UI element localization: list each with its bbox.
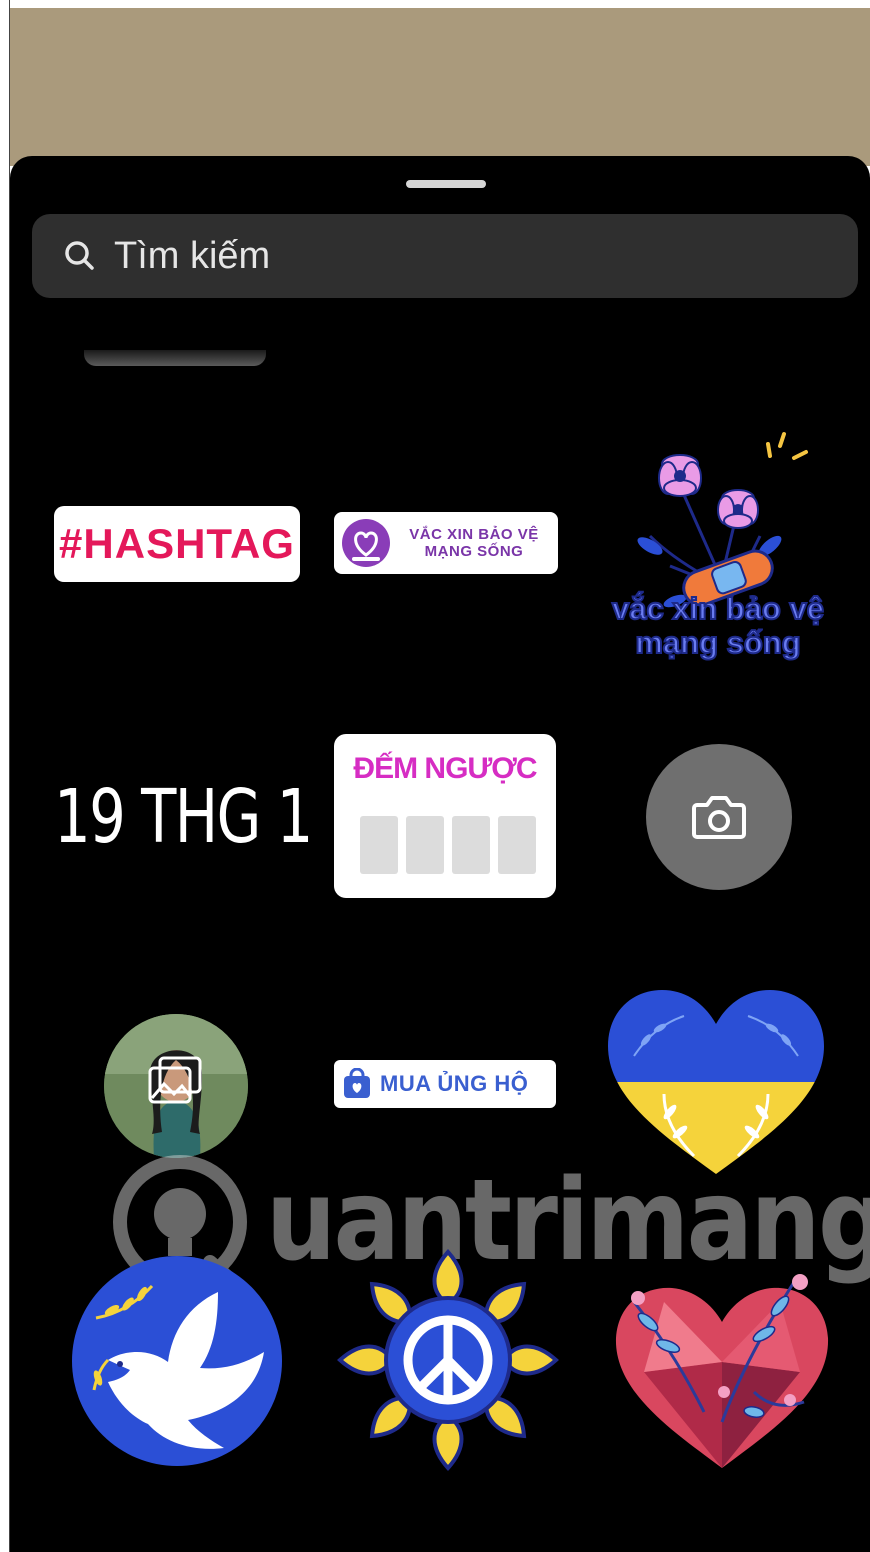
floral-heart-sticker[interactable] <box>604 1242 840 1478</box>
screen: Tìm kiếm #HASHTAG VẮC XIN BẢO VỆ MẠNG SỐ… <box>0 0 870 1552</box>
countdown-cell <box>498 816 536 874</box>
shop-support-label: MUA ỦNG HỘ <box>380 1071 529 1096</box>
sticker-tray: Tìm kiếm #HASHTAG VẮC XIN BẢO VỆ MẠNG SỐ… <box>10 156 870 1552</box>
story-background-photo <box>10 8 870 166</box>
countdown-cells <box>360 816 536 874</box>
shopping-bag-icon <box>344 1068 370 1098</box>
frame-edge <box>0 0 10 1552</box>
date-sticker[interactable]: 19 THG 1 <box>54 774 313 860</box>
drag-handle[interactable] <box>406 180 486 188</box>
camera-sticker-button[interactable] <box>646 744 792 890</box>
camera-icon <box>692 796 746 839</box>
search-placeholder: Tìm kiếm <box>114 234 271 277</box>
search-input[interactable]: Tìm kiếm <box>32 214 858 298</box>
vaccine-badge-text: VẮC XIN BẢO VỆ MẠNG SỐNG <box>409 526 539 560</box>
avatar <box>104 1014 248 1158</box>
countdown-cell <box>360 816 398 874</box>
countdown-cell <box>452 816 490 874</box>
vaccine-heart-icon <box>342 519 390 567</box>
countdown-sticker[interactable]: ĐẾM NGƯỢC <box>334 734 556 898</box>
hashtag-sticker[interactable]: #HASHTAG <box>54 506 300 582</box>
search-icon <box>65 241 94 270</box>
ukraine-heart-sticker[interactable] <box>604 986 828 1178</box>
vaccine-caption-line2: mạng sống <box>634 625 801 661</box>
peace-dove-sticker[interactable] <box>68 1252 286 1470</box>
peace-sunflower-sticker[interactable] <box>336 1248 560 1472</box>
shop-support-sticker[interactable]: MUA ỦNG HỘ <box>334 1060 556 1108</box>
partial-sticker[interactable] <box>84 350 266 366</box>
photo-sticker[interactable] <box>104 1014 248 1158</box>
vaccine-badge-sticker[interactable]: VẮC XIN BẢO VỆ MẠNG SỐNG <box>334 512 558 574</box>
vaccine-caption-sticker[interactable]: vắc xin bảo vệ mạng sống <box>598 591 838 661</box>
countdown-cell <box>406 816 444 874</box>
countdown-title: ĐẾM NGƯỢC <box>353 752 537 785</box>
vaccine-caption-line1: vắc xin bảo vệ <box>611 591 825 627</box>
